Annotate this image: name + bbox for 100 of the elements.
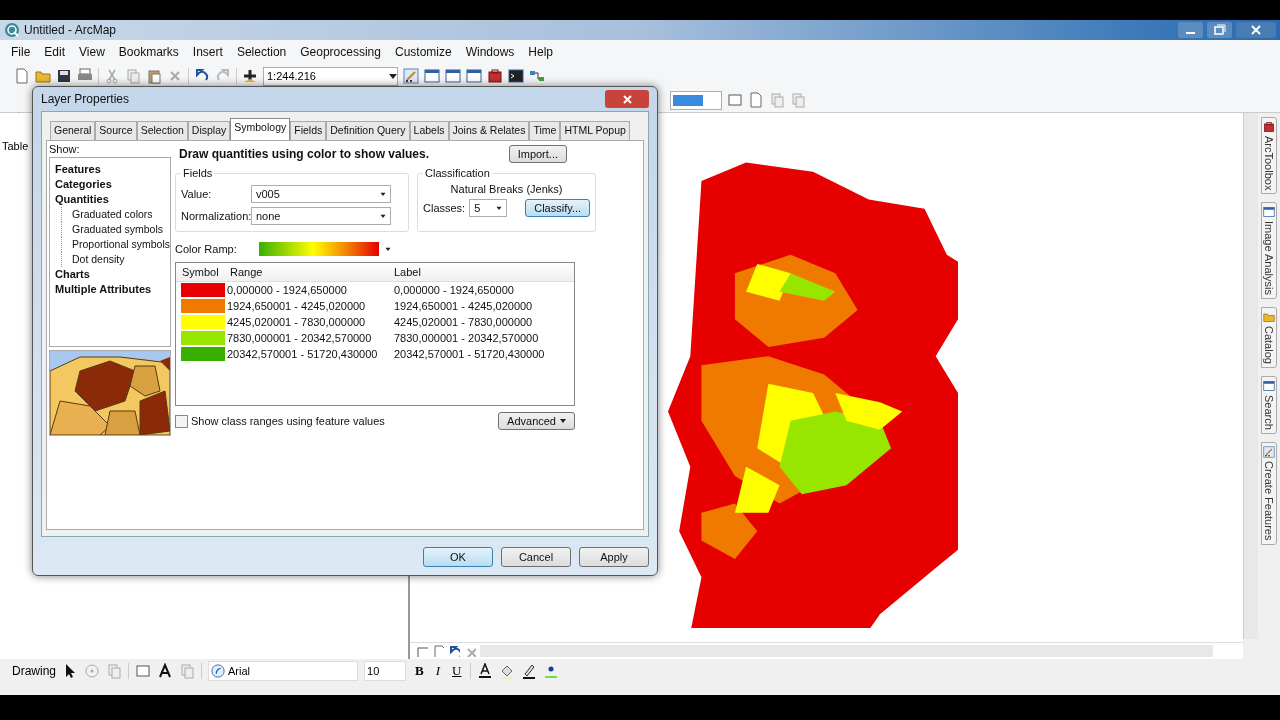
menu-item[interactable]: Help xyxy=(521,45,561,59)
tab[interactable]: Symbology xyxy=(230,118,291,140)
menu-item[interactable]: Insert xyxy=(185,45,230,59)
text-icon[interactable] xyxy=(157,663,173,679)
field-label: Value: xyxy=(181,188,213,200)
search-window-icon[interactable] xyxy=(466,68,482,84)
dropdown-field[interactable]: v005 xyxy=(251,185,391,203)
font-color-icon[interactable] xyxy=(477,663,494,679)
new-page-icon[interactable] xyxy=(14,68,30,84)
tree-item[interactable]: Multiple Attributes xyxy=(55,282,170,297)
dropdown-field[interactable]: none xyxy=(251,207,391,225)
font-field[interactable]: Arial xyxy=(208,661,358,681)
tree-item[interactable]: Quantities xyxy=(55,192,170,207)
open-folder-icon[interactable] xyxy=(35,68,51,84)
tab[interactable]: Time xyxy=(529,121,561,140)
save-icon[interactable] xyxy=(56,68,72,84)
group-label: Fields xyxy=(182,167,214,179)
paste-icon[interactable] xyxy=(146,68,162,84)
vertical-scrollbar[interactable] xyxy=(1243,113,1258,639)
advanced-button[interactable]: Advanced xyxy=(498,412,575,430)
table-cell-text: 4245,020001 - 7830,000000 xyxy=(227,316,367,328)
color-swatch[interactable] xyxy=(181,299,225,313)
close-icon[interactable] xyxy=(1236,22,1276,38)
column-header[interactable]: Symbol xyxy=(182,266,230,278)
dialog-button[interactable]: Cancel xyxy=(501,547,571,567)
tree-item[interactable]: Charts xyxy=(55,267,170,282)
tab[interactable]: Display xyxy=(187,121,231,140)
dialog-button[interactable]: Apply xyxy=(579,547,649,567)
model-builder-icon[interactable] xyxy=(529,68,545,84)
dock-tab-icon xyxy=(1263,311,1275,324)
copy-icon[interactable] xyxy=(125,68,141,84)
underline-button[interactable]: U xyxy=(449,663,465,679)
dropdown-field[interactable]: 5 xyxy=(469,199,508,217)
checkbox[interactable] xyxy=(175,414,188,428)
color-swatch[interactable] xyxy=(181,331,225,345)
tree-item[interactable]: Categories xyxy=(55,177,170,192)
font-size-field[interactable]: 10 xyxy=(364,661,406,681)
import-button[interactable]: Import... xyxy=(508,145,567,163)
minimize-icon[interactable] xyxy=(1178,22,1203,38)
toolbox-icon[interactable] xyxy=(487,68,503,84)
menu-item[interactable]: Geoprocessing xyxy=(293,45,388,59)
menu-item[interactable]: Edit xyxy=(37,45,73,59)
tab[interactable]: Labels xyxy=(409,121,449,140)
dock-tab[interactable]: ArcToolbox xyxy=(1261,117,1277,195)
tab[interactable]: HTML Popup xyxy=(560,121,630,140)
menu-item[interactable]: Selection xyxy=(229,45,294,59)
tab[interactable]: Fields xyxy=(290,121,327,140)
color-swatch[interactable] xyxy=(181,315,225,329)
table-cell: 0,000000 - 1924,650000 xyxy=(394,284,514,296)
tab[interactable]: Joins & Relates xyxy=(448,121,530,140)
table-cell: 7830,000001 - 20342,570000 xyxy=(394,332,539,344)
toc-tab[interactable]: Table xyxy=(2,140,29,152)
add-data-icon[interactable] xyxy=(242,68,258,84)
tab[interactable]: General xyxy=(50,121,96,140)
editor-icon[interactable] xyxy=(403,68,419,84)
drawing-menu[interactable]: Drawing xyxy=(12,664,56,678)
rectangle-icon[interactable] xyxy=(135,663,151,679)
dock-tab-icon xyxy=(1263,446,1275,459)
checkbox-label[interactable]: Show class ranges using feature values xyxy=(191,415,385,427)
menu-item[interactable]: File xyxy=(4,45,38,59)
fixed-zoom-icon[interactable] xyxy=(727,92,743,108)
tab[interactable]: Definition Query xyxy=(326,121,410,140)
tree-item[interactable]: Proportional symbols xyxy=(61,237,170,252)
classify-button[interactable]: Classify... xyxy=(525,199,591,217)
classification-method: Natural Breaks (Jenks) xyxy=(449,183,564,195)
color-swatch[interactable] xyxy=(181,347,225,361)
column-header[interactable]: Label xyxy=(394,266,544,278)
window-icon[interactable] xyxy=(424,68,440,84)
scale-field[interactable]: 1:244.216 xyxy=(263,66,398,86)
tree-item[interactable]: Graduated colors xyxy=(61,207,170,222)
menu-item[interactable]: Windows xyxy=(458,45,522,59)
italic-button[interactable]: I xyxy=(432,663,444,679)
catalog-window-icon[interactable] xyxy=(445,68,461,84)
dialog-button[interactable]: OK xyxy=(423,547,493,567)
tree-item[interactable]: Features xyxy=(55,162,170,177)
table-cell: 4245,020001 - 7830,000000 xyxy=(394,316,533,328)
cut-icon[interactable] xyxy=(104,68,120,84)
close-button[interactable] xyxy=(605,90,649,108)
column-header[interactable]: Range xyxy=(230,266,394,278)
restore-icon[interactable] xyxy=(1207,22,1232,38)
dock-tab[interactable]: Catalog xyxy=(1261,307,1277,369)
line-color-icon[interactable] xyxy=(521,663,538,679)
menu-item[interactable]: View xyxy=(72,45,112,59)
dock-tab[interactable]: Create Features xyxy=(1261,442,1277,545)
page-icon[interactable] xyxy=(748,92,764,108)
menu-item[interactable]: Bookmarks xyxy=(111,45,186,59)
tree-item[interactable]: Graduated symbols xyxy=(61,222,170,237)
menu-item[interactable]: Customize xyxy=(387,45,459,59)
fill-color-icon[interactable] xyxy=(499,663,516,679)
color-swatch[interactable] xyxy=(181,283,225,297)
dock-tab[interactable]: Search xyxy=(1261,376,1277,435)
tree-item[interactable]: Dot density xyxy=(61,252,170,267)
refresh-icon[interactable] xyxy=(448,645,460,657)
tab[interactable]: Source xyxy=(95,121,137,140)
python-window-icon[interactable] xyxy=(508,68,524,84)
tab[interactable]: Selection xyxy=(136,121,188,140)
zoom-level-field[interactable] xyxy=(670,90,722,110)
dock-tab[interactable]: Image Analysis xyxy=(1261,202,1277,300)
bold-button[interactable]: B xyxy=(412,663,427,679)
section-heading: Draw quantities using color to show values. xyxy=(178,147,430,161)
